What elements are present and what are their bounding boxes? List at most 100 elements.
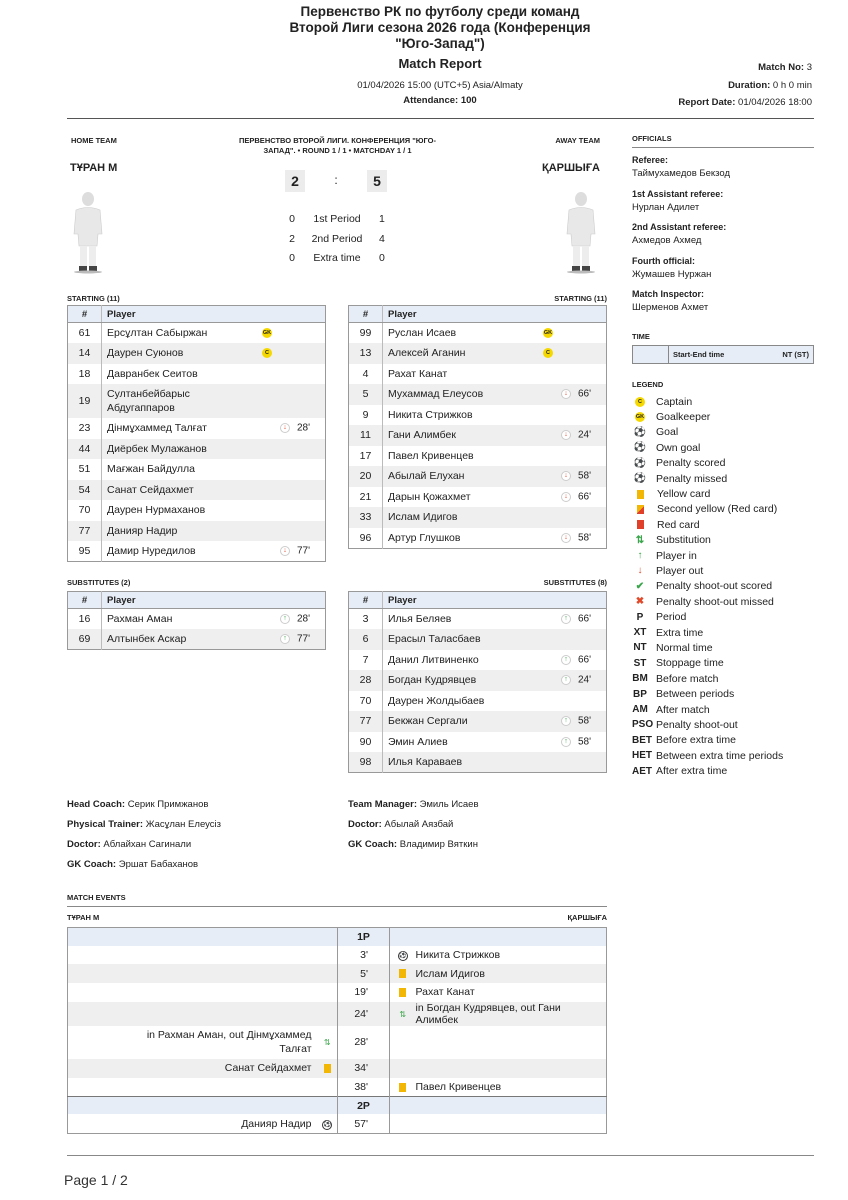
legend-heading: LEGEND	[632, 380, 664, 389]
home-event-text: in Рахман Аман, out Дінмұхаммед Талғат	[146, 1029, 312, 1056]
legend-item: ⇅ Substitution	[632, 533, 822, 548]
abbreviation: AM	[632, 704, 648, 715]
official-name: Нурлан Адилет	[632, 201, 700, 213]
player-cell: Дарын Қожахмет ↓ 66'	[383, 487, 607, 508]
time-col-start-end: Start-End time	[673, 350, 725, 359]
captain-badge: C	[262, 348, 272, 359]
player-name: Павел Кривенцев	[388, 449, 474, 462]
player-cell: Илья Караваев	[382, 752, 607, 773]
away-kit-figure	[563, 190, 599, 274]
staff-role: Doctor:	[348, 819, 382, 830]
match-events-table: 1P 3' ⚽ Никита Стрижков 5' Ислам Идигов 19' Рах…	[67, 927, 607, 1134]
player-row: 61 Ерсұлтан Сабыржан GK	[67, 322, 326, 344]
player-cell: Алтынбек Аскар ↑ 77'	[101, 629, 326, 650]
shootout-scored-icon: ✔	[635, 580, 645, 592]
legend-item: ↑ Player in	[632, 548, 822, 563]
away-event-text: Павел Кривенцев	[415, 1080, 502, 1093]
yellow-card-icon	[399, 969, 407, 979]
legend-item: XT Extra time	[632, 625, 822, 640]
abbreviation: PSO	[632, 719, 654, 731]
penalty-missed-icon: ⚽	[633, 473, 647, 485]
staff-name: Эмиль Исаев	[419, 799, 479, 810]
player-name: Эмин Алиев	[388, 735, 448, 748]
official-name: Таймухамедов Бекзод	[632, 168, 731, 179]
player-cell: Ерсұлтан Сабыржан GK	[102, 323, 326, 344]
home-event-text: Данияр Надир	[241, 1117, 312, 1130]
player-name: Данияр Надир	[107, 524, 178, 537]
away-event-text: Рахат Канат	[415, 986, 475, 999]
period-row-1: 0 1st Period 1	[289, 213, 385, 225]
col-player: Player	[101, 305, 326, 323]
player-cell: Санат Сейдахмет	[101, 479, 326, 500]
player-name: Санат Сейдахмет	[107, 483, 194, 496]
substitution-icon: ⇅	[323, 1038, 331, 1048]
player-name: Артур Глушков	[388, 531, 461, 544]
events-away-team: ҚАРШЫҒА	[567, 913, 607, 922]
player-name: Руслан Исаев	[388, 327, 457, 339]
player-cell: Мағжан Байдулла	[102, 459, 326, 480]
legend-label: Extra time	[656, 626, 704, 639]
player-cell: Дамир Нуредилов ↓ 77'	[102, 541, 326, 562]
col-player: Player	[101, 591, 326, 609]
player-cell: Ерасыл Таласбаев	[382, 629, 607, 650]
duration: Duration: 0 h 0 min	[728, 80, 812, 91]
player-row: 70 Даурен Жолдыбаев	[348, 690, 607, 711]
abbreviation: AET	[632, 765, 652, 777]
home-kit-figure	[70, 190, 106, 274]
col-num: #	[67, 591, 102, 609]
player-cell: Бекжан Сергали ↑ 58'	[382, 711, 607, 732]
player-number: 4	[348, 363, 383, 384]
player-row: 5 Мухаммад Елеусов ↓ 66'	[348, 384, 607, 405]
legend-label: Stoppage time	[656, 657, 724, 670]
event-row: 5' Ислам Идигов	[67, 964, 607, 984]
staff-role: GK Coach:	[67, 859, 117, 870]
staff-entry: Doctor: Абылай Аязбай	[348, 819, 608, 839]
event-minute: 28'	[337, 1025, 390, 1059]
event-minute: 3'	[337, 945, 390, 965]
player-name: Ерсұлтан Сабыржан	[107, 327, 208, 339]
staff-name: Аблайхан Сагинали	[103, 839, 192, 850]
time-heading: TIME	[632, 332, 650, 341]
player-cell: Даурен Суюнов C	[101, 343, 326, 364]
player-number: 70	[67, 500, 102, 521]
legend-label: Goal	[656, 426, 679, 439]
official-entry: Referee: Таймухамедов Бекзод	[632, 155, 814, 189]
player-cell: Даурен Нурмаханов	[102, 500, 326, 521]
staff-name: Владимир Вяткин	[399, 839, 478, 850]
staff-entry: Physical Trainer: Жасұлан Елеусіз	[67, 819, 327, 839]
legend-item: HET Between extra time periods	[632, 748, 822, 763]
player-out-icon: ↓	[561, 491, 571, 502]
time-table: Start-End time NT (ST)	[632, 345, 814, 364]
yellow-card-icon	[399, 1082, 407, 1092]
away-event-text: Ислам Идигов	[415, 964, 607, 984]
event-row: Санат Сейдахмет 34'	[67, 1058, 607, 1078]
staff-name: Жасұлан Елеусіз	[145, 819, 221, 830]
goal-icon: ⚽	[322, 1120, 333, 1131]
player-row: 69 Алтынбек Аскар ↑ 77'	[67, 629, 326, 650]
player-name: Данил Литвиненко	[388, 653, 479, 666]
staff-entry: GK Coach: Владимир Вяткин	[348, 839, 608, 859]
header-divider	[67, 118, 814, 119]
staff-entry: Team Manager: Эмиль Исаев	[348, 799, 608, 819]
goalkeeper-badge: GK	[262, 328, 272, 338]
staff-role: GK Coach:	[348, 839, 398, 850]
player-number: 9	[348, 404, 383, 425]
player-row: 23 Дінмұхаммед Талғат ↓ 28'	[67, 418, 326, 439]
player-in-icon: ↑	[561, 614, 571, 624]
period-header-row: 2P	[67, 1095, 607, 1115]
player-row: 33 Ислам Идигов	[348, 507, 607, 528]
legend-label: After match	[656, 703, 710, 716]
home-team-label: HOME TEAM	[71, 136, 117, 145]
sub-minute: 58'	[578, 470, 592, 482]
col-num: #	[348, 305, 383, 323]
player-cell: Алексей Аганин C	[382, 343, 607, 364]
staff-entry: Head Coach: Серик Примжанов	[67, 799, 327, 819]
legend-label: Substitution	[656, 534, 711, 547]
player-number: 95	[67, 541, 102, 562]
away-score: 5	[367, 170, 387, 192]
own-goal-icon: ⚽	[633, 442, 647, 454]
player-in-icon: ↑	[637, 550, 643, 562]
player-name: Бекжан Сергали	[388, 715, 468, 728]
player-number: 7	[348, 649, 383, 670]
captain-badge-icon: C	[635, 396, 645, 407]
